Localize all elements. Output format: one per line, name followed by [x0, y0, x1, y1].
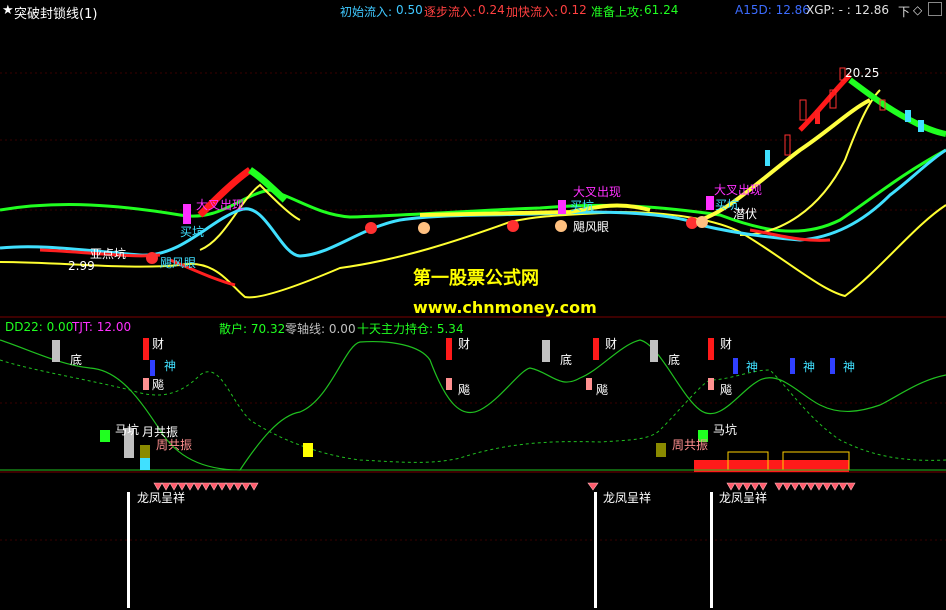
di-label: 底: [668, 353, 681, 367]
magenta-marker: [706, 196, 714, 210]
da-cha-label: 大叉出现: [196, 198, 245, 212]
ma-keng-label: 马坑: [713, 423, 738, 437]
hand-icon: [555, 220, 567, 232]
ten-day-value: 十天主力持仓: 5.34: [357, 322, 464, 336]
zhou-gong-zhen-label: 周共振: [156, 438, 193, 452]
di-label: 底: [560, 353, 573, 367]
biao-label: 飚: [152, 378, 165, 392]
biao-marker: [708, 378, 714, 390]
yellow-mid-line: [199, 89, 881, 251]
hand-icon: [696, 216, 708, 228]
cai-marker: [446, 338, 452, 360]
red-ball-icon: [507, 220, 519, 232]
cyan-marker: [140, 458, 150, 470]
shen-label: 神: [164, 359, 177, 373]
shen-label: 神: [803, 360, 816, 374]
long-feng-bar: [127, 492, 130, 608]
biao-marker: [586, 378, 592, 390]
red-rise-segment-2: [798, 73, 852, 132]
feng-yan-label: 飓风眼: [160, 256, 197, 270]
sanhu-value: 散户: 70.32: [219, 322, 286, 336]
qian-fu-label: 潜伏: [733, 207, 758, 221]
cai-marker: [708, 338, 714, 360]
watermark-url: www.chnmoney.com: [413, 298, 597, 317]
red-ball-icon: [365, 222, 377, 234]
magenta-marker: [558, 200, 566, 214]
ma-keng-marker: [100, 430, 110, 442]
green-top-segment: [848, 77, 946, 137]
ma-keng-label: 马坑: [115, 423, 140, 437]
watermark-title: 第一股票公式网: [413, 268, 539, 289]
da-cha-label: 大叉出现: [714, 183, 763, 197]
tjt-value: TJT: 12.00: [72, 320, 132, 334]
shen-marker: [790, 358, 795, 374]
shen-marker: [733, 358, 738, 374]
zhou-gong-zhen-marker: [140, 445, 150, 459]
cai-marker: [143, 338, 149, 360]
green-long-line: [0, 148, 946, 233]
shen-marker: [830, 358, 835, 374]
ya-dian-label: 亚点坑: [90, 247, 127, 261]
biao-marker: [143, 378, 149, 390]
cai-label: 财: [605, 337, 618, 351]
dd22-value: DD22: 0.00: [5, 320, 74, 334]
long-feng-bar: [594, 492, 597, 608]
yue-gong-zhen-label: 月共振: [142, 425, 179, 439]
shen-label: 神: [746, 360, 759, 374]
cai-label: 财: [458, 337, 471, 351]
long-feng-label: 龙凤呈祥: [137, 491, 186, 505]
biao-marker: [446, 378, 452, 390]
shen-label: 神: [843, 360, 856, 374]
high-price-label: 20.25: [845, 66, 880, 80]
yellow-marker: [303, 443, 313, 457]
long-feng-bar: [710, 492, 713, 608]
di-marker: [542, 340, 550, 362]
zhou-gong-zhen-label: 周共振: [672, 438, 709, 452]
biao-label: 飚: [458, 383, 471, 397]
diamond-row: [153, 482, 856, 491]
mai-keng-label: 买坑: [570, 199, 595, 213]
long-feng-label: 龙凤呈祥: [719, 491, 768, 505]
magenta-marker: [183, 204, 191, 224]
di-marker: [52, 340, 60, 362]
zero-axis-value: 零轴线: 0.00: [285, 322, 356, 336]
cai-marker: [593, 338, 599, 360]
shen-marker: [150, 360, 155, 376]
di-marker: [650, 340, 658, 362]
low-price-label: 2.99: [68, 259, 95, 273]
feng-yan-label: 飓风眼: [573, 220, 610, 234]
long-feng-label: 龙凤呈祥: [603, 491, 652, 505]
zhou-gong-zhen-marker: [656, 443, 666, 457]
cai-label: 财: [152, 337, 165, 351]
red-ball-icon: [146, 252, 158, 264]
hand-icon: [418, 222, 430, 234]
da-cha-label: 大叉出现: [573, 185, 622, 199]
di-label: 底: [70, 353, 83, 367]
mai-keng-label: 买坑: [180, 225, 205, 239]
biao-label: 飚: [720, 383, 733, 397]
biao-label: 飚: [596, 383, 609, 397]
cai-label: 财: [720, 337, 733, 351]
